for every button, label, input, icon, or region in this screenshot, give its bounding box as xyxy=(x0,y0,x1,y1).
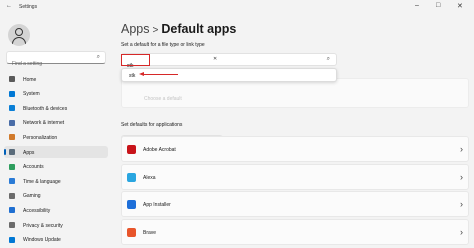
page-title: Default apps xyxy=(161,22,237,36)
sidebar-item-label: Windows Update xyxy=(23,237,61,244)
choose-default-text: Choose a default xyxy=(144,96,182,102)
sidebar-item-home[interactable]: Home xyxy=(4,73,108,85)
gaming-icon xyxy=(9,192,15,199)
bluetooth-icon xyxy=(9,105,15,112)
breadcrumb-separator-icon: > xyxy=(152,25,159,36)
sidebar-item-gaming[interactable]: Gaming xyxy=(4,190,108,202)
avatar[interactable] xyxy=(8,24,30,46)
brave-icon xyxy=(127,227,136,237)
network-icon xyxy=(9,119,15,126)
breadcrumb-apps-link[interactable]: Apps xyxy=(121,22,150,36)
app-row-brave[interactable]: Brave › xyxy=(121,218,469,245)
chevron-right-icon[interactable]: › xyxy=(460,227,463,237)
clear-icon[interactable]: ✕ xyxy=(213,56,217,62)
alexa-icon xyxy=(127,172,136,182)
default-app-card[interactable]: Choose a default xyxy=(121,78,469,108)
search-icon[interactable]: ⌕ xyxy=(97,54,100,61)
app-name: Brave xyxy=(143,229,157,236)
sidebar-item-personalization[interactable]: Personalization xyxy=(4,131,108,143)
app-row-alexa[interactable]: Alexa › xyxy=(121,163,469,190)
system-icon xyxy=(9,90,15,97)
app-installer-icon xyxy=(127,200,136,209)
shield-icon xyxy=(9,222,15,228)
app-name: App Installer xyxy=(143,202,171,208)
sidebar-item-label: Bluetooth & devices xyxy=(23,105,68,112)
adobe-acrobat-icon xyxy=(127,145,136,154)
sidebar-item-privacy-security[interactable]: Privacy & security xyxy=(4,219,108,231)
find-setting-field[interactable]: ⌕ xyxy=(6,51,106,70)
avatar-body-icon xyxy=(12,37,26,46)
title-bar: ← Settings – □ ✕ xyxy=(0,0,474,14)
sidebar-item-accessibility[interactable]: Accessibility xyxy=(4,204,108,216)
maximize-button[interactable]: □ xyxy=(436,2,440,9)
update-icon xyxy=(9,236,15,243)
chevron-right-icon[interactable]: › xyxy=(460,172,463,182)
sidebar-item-label: System xyxy=(23,91,40,98)
avatar-head-icon xyxy=(15,28,23,36)
sidebar-item-label: Accounts xyxy=(23,164,44,171)
suggestion-dropdown: stk xyxy=(121,68,337,82)
sidebar-item-label: Gaming xyxy=(23,193,41,200)
sidebar-item-label: Apps xyxy=(23,149,35,156)
apps-heading: Set defaults for applications xyxy=(121,122,183,128)
main-content: Apps > Default apps Set a default for a fi… xyxy=(112,14,474,248)
suggestion-item[interactable]: stk xyxy=(129,73,135,79)
sidebar-item-accounts[interactable]: Accounts xyxy=(4,161,108,173)
sidebar-item-network-internet[interactable]: Network & internet xyxy=(4,117,108,129)
sidebar-item-bluetooth-devices[interactable]: Bluetooth & devices xyxy=(4,102,108,114)
filetype-search-field[interactable]: ✕ ⌕ xyxy=(121,53,337,72)
chevron-right-icon[interactable]: › xyxy=(460,199,463,209)
sidebar-item-label: Home xyxy=(23,76,37,83)
sidebar-item-label: Network & internet xyxy=(23,120,65,127)
time-icon xyxy=(9,178,15,185)
sidebar-item-label: Time & language xyxy=(23,178,61,185)
chevron-right-icon[interactable]: › xyxy=(460,144,463,154)
sidebar-item-label: Accessibility xyxy=(23,207,51,214)
brush-icon xyxy=(9,134,15,141)
highlight-box xyxy=(121,54,150,66)
breadcrumb: Apps > Default apps xyxy=(121,22,236,36)
sidebar-item-system[interactable]: System xyxy=(4,88,108,100)
window-title: Settings xyxy=(19,4,38,10)
sidebar-item-apps[interactable]: Apps xyxy=(4,146,108,158)
search-icon[interactable]: ⌕ xyxy=(327,56,330,63)
minimize-button[interactable]: – xyxy=(415,2,419,9)
app-row-adobe-acrobat[interactable]: Adobe Acrobat › xyxy=(121,136,469,162)
home-icon xyxy=(9,76,15,82)
back-arrow-icon[interactable]: ← xyxy=(6,3,12,9)
app-name: Adobe Acrobat xyxy=(143,147,176,153)
annotation-arrow-icon xyxy=(139,72,144,76)
sidebar-item-time-language[interactable]: Time & language xyxy=(4,175,108,187)
accounts-icon xyxy=(9,163,15,170)
active-indicator xyxy=(4,149,6,155)
close-button[interactable]: ✕ xyxy=(457,2,463,10)
app-row-app-installer[interactable]: App Installer › xyxy=(121,191,469,217)
find-setting-input[interactable] xyxy=(7,58,87,70)
sidebar: ⌕ Home System Bluetooth & devices Network &… xyxy=(0,14,112,248)
apps-icon xyxy=(9,149,15,155)
filetype-heading: Set a default for a file type or link ty… xyxy=(121,42,205,48)
annotation-arrow-line xyxy=(142,74,178,75)
accessibility-icon xyxy=(9,207,15,214)
sidebar-item-windows-update[interactable]: Windows Update xyxy=(4,234,108,246)
app-name: Alexa xyxy=(143,174,156,181)
sidebar-item-label: Personalization xyxy=(23,134,58,141)
sidebar-item-label: Privacy & security xyxy=(23,222,63,229)
